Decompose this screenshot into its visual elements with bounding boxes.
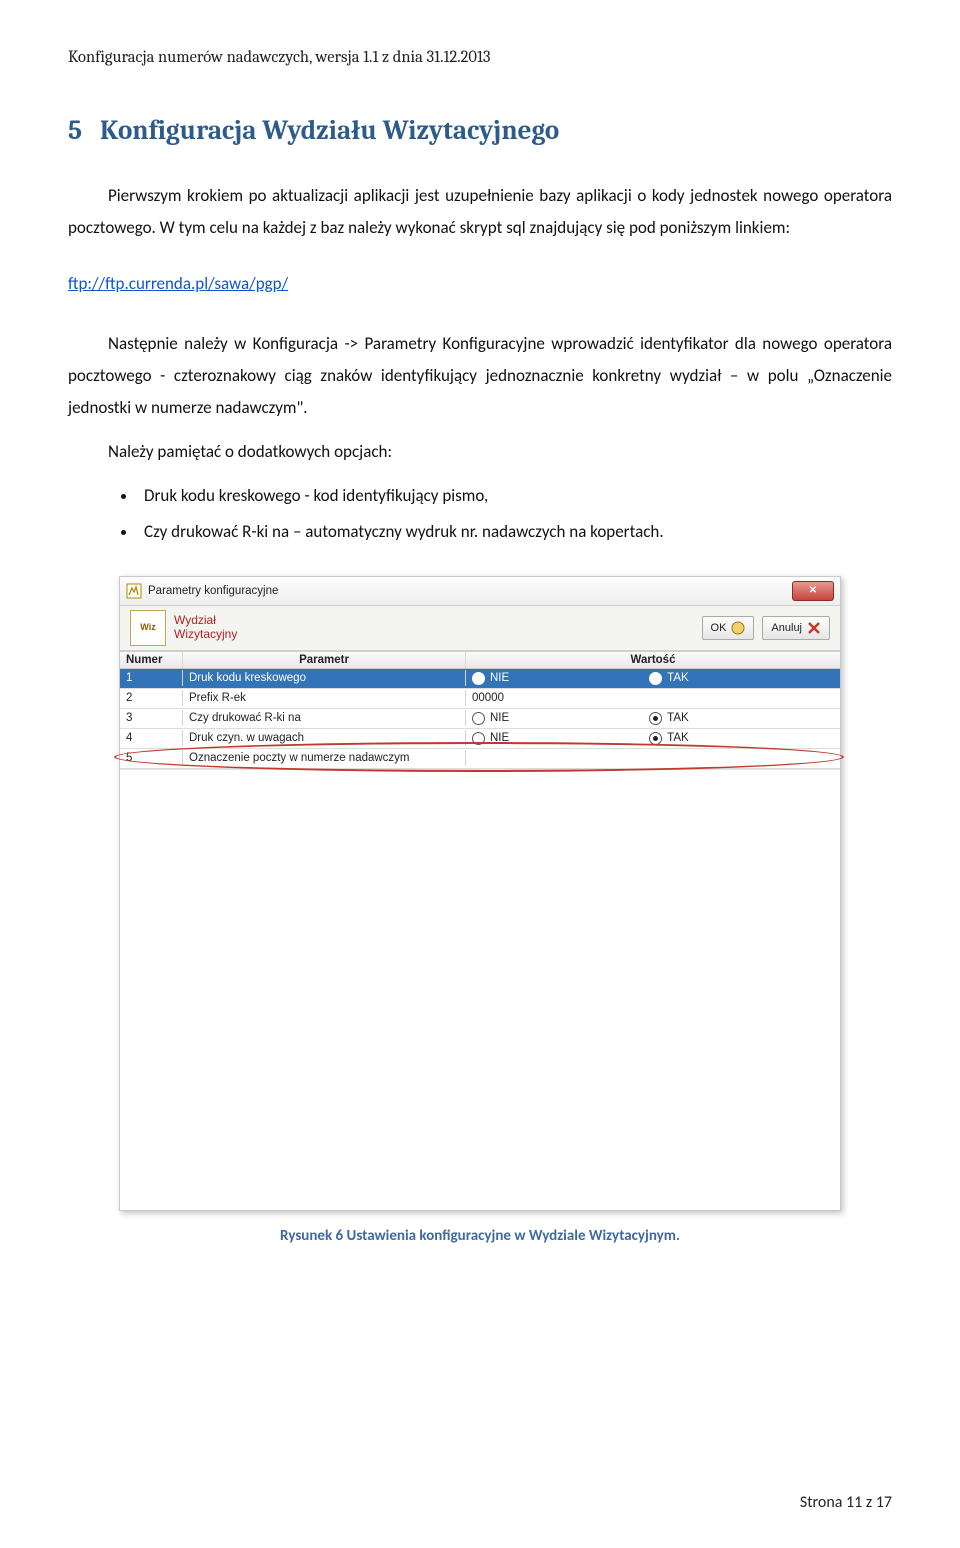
paragraph-config: Następnie należy w Konfiguracja -> Param…	[68, 328, 892, 425]
close-button[interactable]: ✕	[792, 581, 834, 601]
ftp-link[interactable]: ftp://ftp.currenda.pl/sawa/pgp/	[68, 273, 288, 294]
cancel-label: Anuluj	[771, 622, 802, 634]
grid-row-1[interactable]: 1 Druk kodu kreskowego NIE TAK	[120, 669, 840, 689]
ok-button[interactable]: OK	[702, 616, 755, 640]
radio-nie[interactable]: NIE	[472, 712, 509, 725]
radio-tak[interactable]: TAK	[649, 732, 689, 745]
page-header: Konfiguracja numerów nadawczych, wersja …	[68, 48, 892, 67]
col-numer: Numer	[120, 652, 183, 668]
grid-empty-area	[120, 769, 840, 1210]
paragraph-intro: Pierwszym krokiem po aktualizacji aplika…	[68, 180, 892, 245]
col-wartosc: Wartość	[466, 652, 840, 668]
dialog-title: Parametry konfiguracyjne	[148, 585, 792, 597]
radio-nie[interactable]: NIE	[472, 732, 509, 745]
config-dialog: Parametry konfiguracyjne ✕ Wiz Wydział W…	[119, 576, 841, 1211]
close-icon: ✕	[809, 585, 817, 596]
col-parametr: Parametr	[183, 652, 466, 668]
bullet-1: Druk kodu kreskowego - kod identyfikując…	[138, 481, 892, 512]
wiz-logo: Wiz	[130, 610, 166, 646]
grid-row-5[interactable]: 5 Oznaczenie poczty w numerze nadawczym	[120, 749, 840, 769]
dialog-toolbar: Wiz Wydział Wizytacyjny OK Anuluj	[120, 606, 840, 651]
cancel-button[interactable]: Anuluj	[762, 616, 830, 640]
dialog-titlebar: Parametry konfiguracyjne ✕	[120, 577, 840, 606]
module-name: Wydział Wizytacyjny	[174, 614, 237, 642]
cancel-icon	[807, 621, 821, 635]
section-number: 5	[68, 115, 82, 146]
radio-nie[interactable]: NIE	[472, 672, 509, 685]
paragraph-options: Należy pamiętać o dodatkowych opcjach:	[68, 436, 892, 468]
app-icon	[126, 583, 142, 599]
param-grid: Numer Parametr Wartość 1 Druk kodu kresk…	[120, 651, 840, 1210]
grid-row-3[interactable]: 3 Czy drukować R-ki na NIE TAK	[120, 709, 840, 729]
grid-header: Numer Parametr Wartość	[120, 652, 840, 669]
ok-icon	[731, 621, 745, 635]
grid-row-4[interactable]: 4 Druk czyn. w uwagach NIE TAK	[120, 729, 840, 749]
section-heading: 5 Konfiguracja Wydziału Wizytacyjnego	[68, 115, 892, 146]
radio-tak[interactable]: TAK	[649, 672, 689, 685]
bullet-2: Czy drukować R-ki na – automatyczny wydr…	[138, 517, 892, 548]
radio-tak[interactable]: TAK	[649, 712, 689, 725]
grid-row-2[interactable]: 2 Prefix R-ek 00000	[120, 689, 840, 709]
page-footer: Strona 11 z 17	[800, 1493, 892, 1512]
figure-caption: Rysunek 6 Ustawienia konfiguracyjne w Wy…	[68, 1227, 892, 1245]
ok-label: OK	[711, 622, 727, 634]
value-text: 00000	[472, 692, 504, 704]
section-title: Konfiguracja Wydziału Wizytacyjnego	[100, 115, 559, 146]
